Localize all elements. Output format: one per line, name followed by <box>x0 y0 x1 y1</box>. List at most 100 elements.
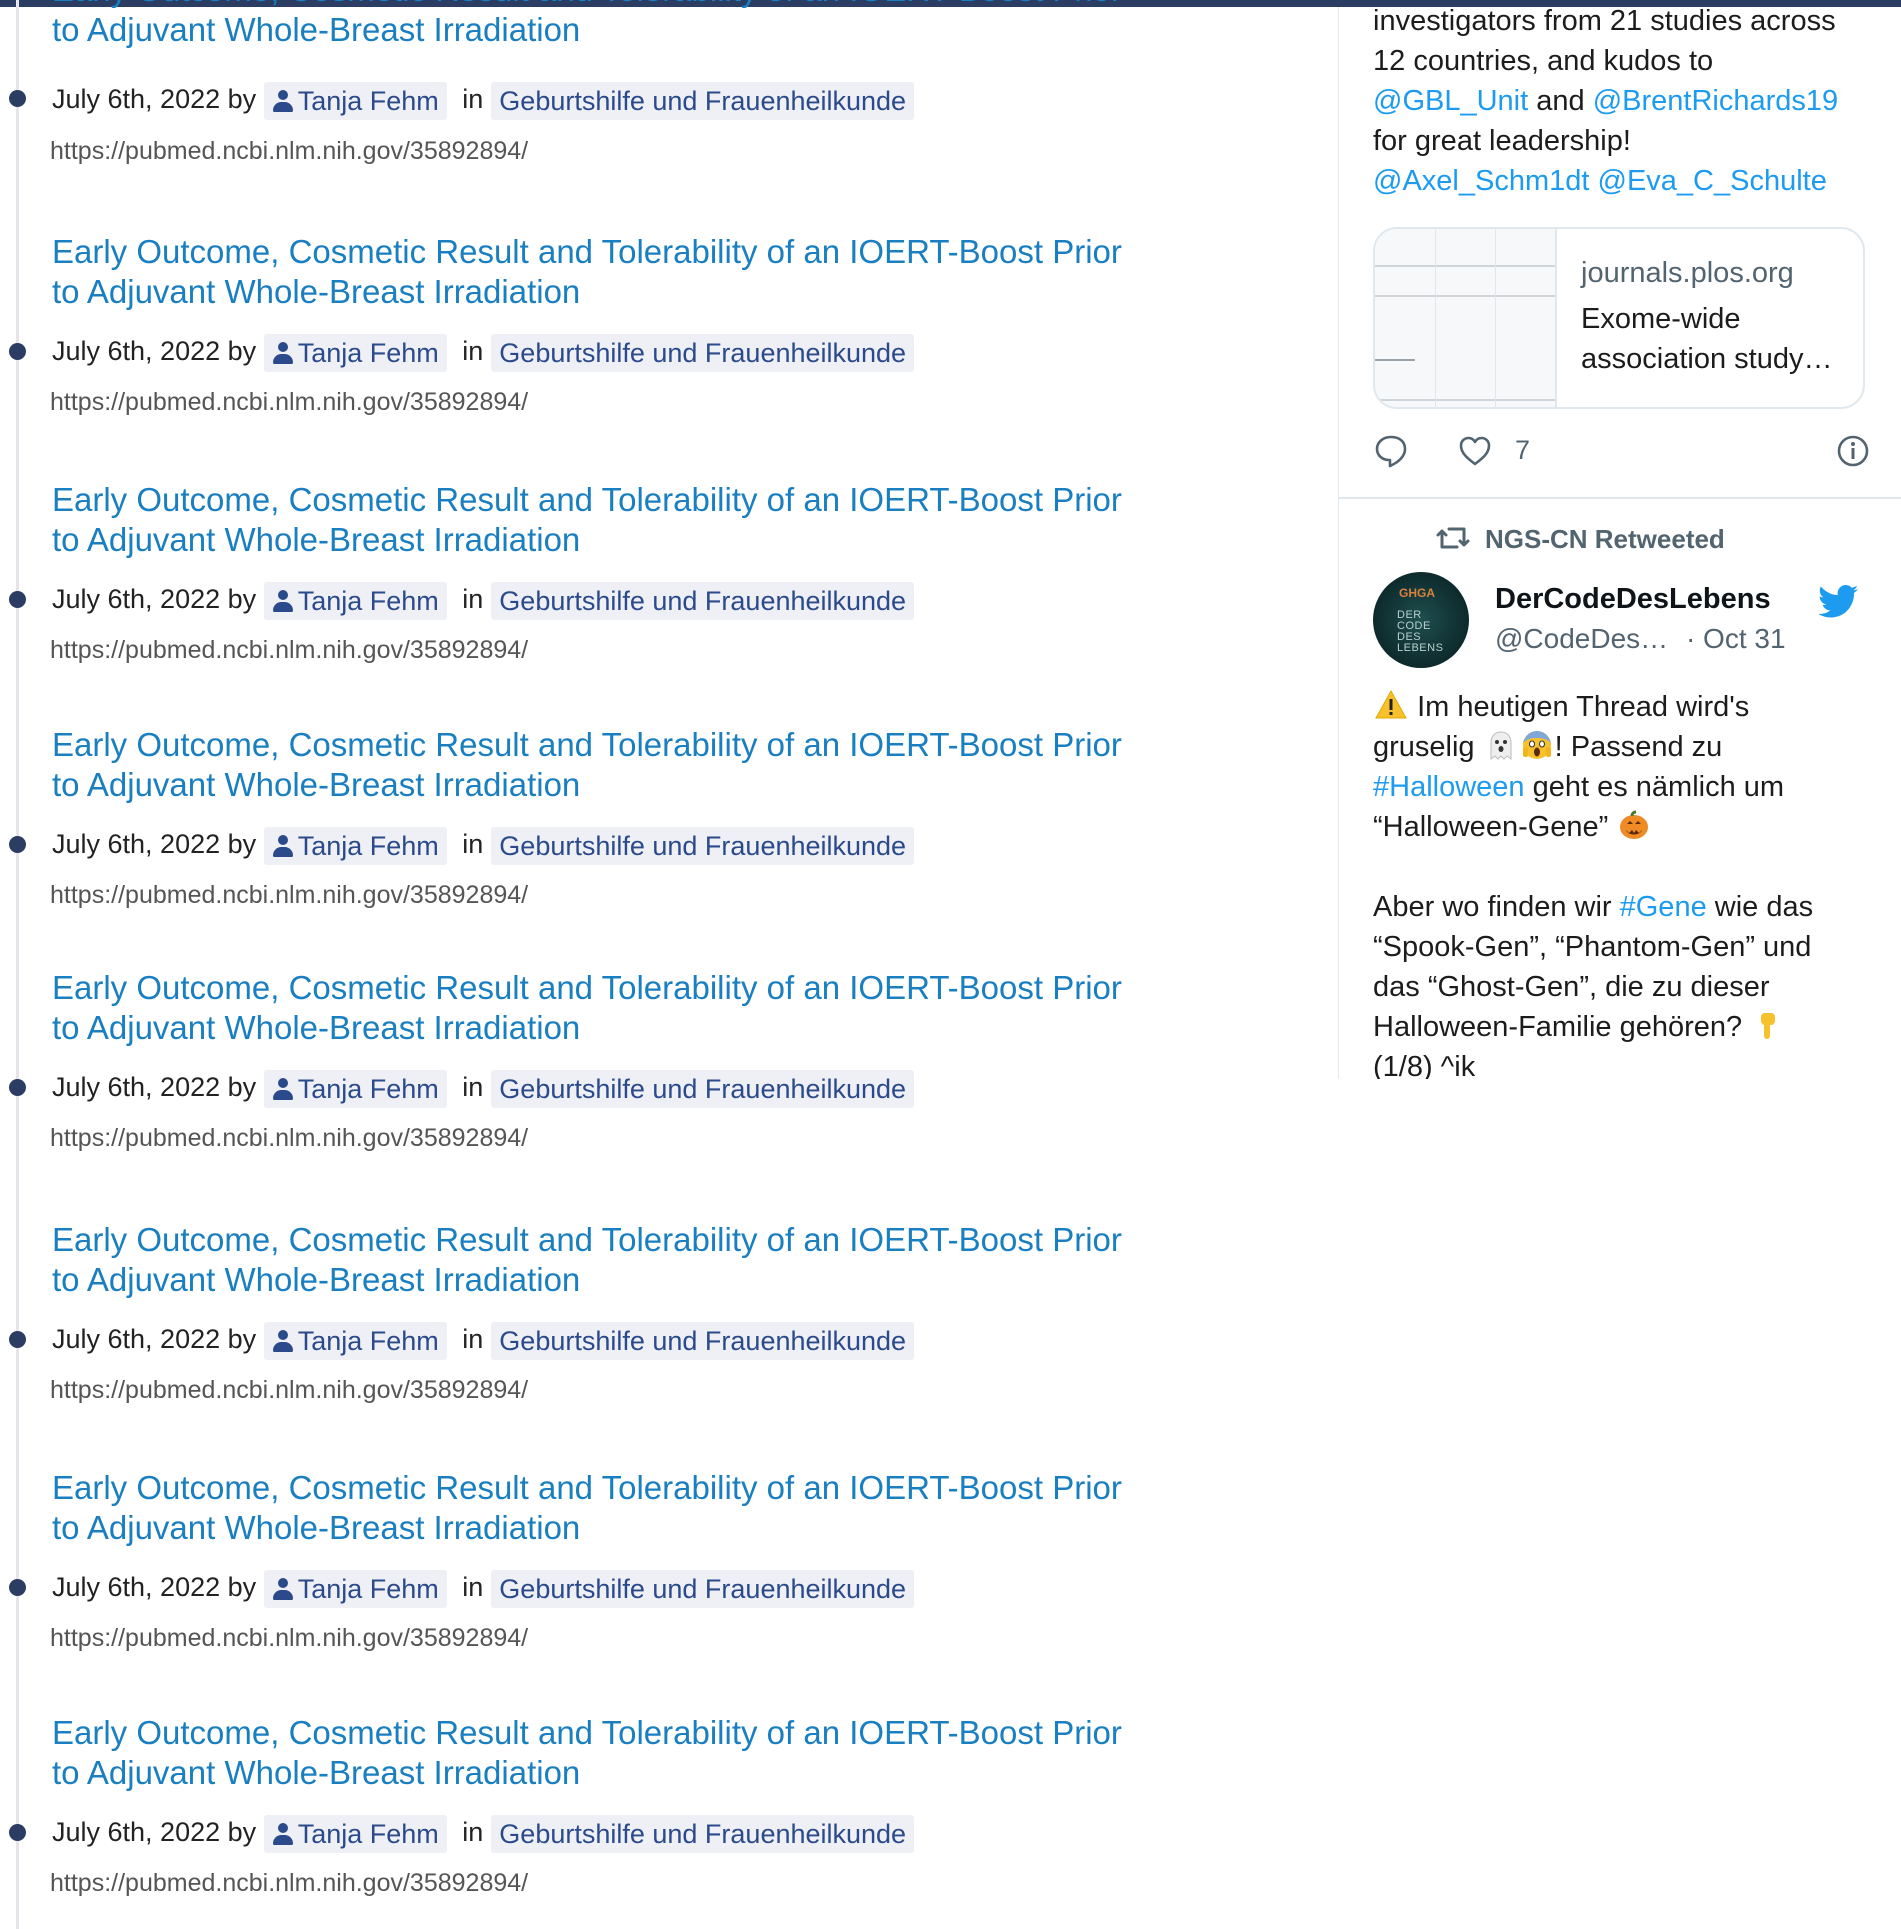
scream-icon <box>1522 731 1551 759</box>
info-icon[interactable] <box>1835 433 1871 469</box>
author-link[interactable]: Tanja Fehm <box>263 333 447 372</box>
category-link[interactable]: Geburtshilfe und Frauenheilkunde <box>491 826 915 865</box>
author-name: Tanja Fehm <box>297 1073 439 1104</box>
post-url: https://pubmed.ncbi.nlm.nih.gov/35892894… <box>50 388 529 416</box>
twitter-timeline-widget[interactable]: investigators from 21 studies across 12 … <box>1338 7 1901 1079</box>
timeline-line <box>16 0 19 1929</box>
tweet-line: Halloween-Familie gehören? <box>1373 1007 1893 1047</box>
author-name: Tanja Fehm <box>297 1325 439 1356</box>
author-name: Tanja Fehm <box>297 585 439 616</box>
in-label: in <box>462 829 484 859</box>
post-meta: July 6th, 2022 by Tanja Fehm in Geburtshi… <box>52 1812 915 1853</box>
timeline-dot <box>9 1579 26 1596</box>
category-link[interactable]: Geburtshilfe und Frauenheilkunde <box>491 1569 915 1608</box>
mention-link[interactable]: @GBL_Unit <box>1373 85 1528 117</box>
post-url: https://pubmed.ncbi.nlm.nih.gov/35892894… <box>50 137 529 165</box>
avatar[interactable]: GHGA DER CODE DES LEBENS <box>1373 572 1469 668</box>
timeline-dot <box>9 1079 26 1096</box>
category-link[interactable]: Geburtshilfe und Frauenheilkunde <box>491 1321 915 1360</box>
by-label: by <box>227 84 257 114</box>
post-meta: July 6th, 2022 by Tanja Fehm in Geburtshi… <box>52 331 915 372</box>
twitter-bird-icon[interactable] <box>1819 585 1859 619</box>
warning-icon <box>1375 689 1407 719</box>
tweet-words: Halloween-Familie gehören? <box>1373 1011 1743 1043</box>
retweet-icon <box>1436 527 1470 549</box>
author-link[interactable]: Tanja Fehm <box>263 826 447 865</box>
by-label: by <box>227 1572 257 1602</box>
author-link[interactable]: Tanja Fehm <box>263 1569 447 1608</box>
post-title-link[interactable]: Early Outcome, Cosmetic Result and Toler… <box>52 1220 1152 1300</box>
post-timeline: Early Outcome, Cosmetic Result and Toler… <box>0 0 1122 1929</box>
post-url: https://pubmed.ncbi.nlm.nih.gov/35892894… <box>50 881 529 909</box>
post-meta: July 6th, 2022 by Tanja Fehm in Geburtshi… <box>52 1567 915 1608</box>
post-title-link[interactable]: Early Outcome, Cosmetic Result and Toler… <box>52 968 1152 1048</box>
user-icon <box>272 1329 294 1353</box>
heart-icon[interactable] <box>1457 433 1493 469</box>
pointing-down-icon <box>1761 1013 1776 1039</box>
hashtag-link[interactable]: #Gene <box>1620 891 1707 923</box>
author-link[interactable]: Tanja Fehm <box>263 81 447 120</box>
author-link[interactable]: Tanja Fehm <box>263 581 447 620</box>
mention-link[interactable]: @Eva_C_Schulte <box>1598 165 1827 197</box>
post-date: July 6th, 2022 <box>52 1324 221 1354</box>
hashtag-link[interactable]: #Halloween <box>1373 771 1525 803</box>
in-label: in <box>462 1324 484 1354</box>
author-name: Tanja Fehm <box>297 1573 439 1604</box>
post-date: July 6th, 2022 <box>52 1072 221 1102</box>
author-link[interactable]: Tanja Fehm <box>263 1814 447 1853</box>
tweet-line: gruselig ! Passend zu <box>1373 727 1893 767</box>
timeline-dot <box>9 90 26 107</box>
user-icon <box>272 1577 294 1601</box>
category-link[interactable]: Geburtshilfe und Frauenheilkunde <box>491 1069 915 1108</box>
timeline-dot <box>9 1824 26 1841</box>
post-date: July 6th, 2022 <box>52 829 221 859</box>
user-icon <box>272 834 294 858</box>
post-title-link[interactable]: Early Outcome, Cosmetic Result and Toler… <box>52 0 1152 50</box>
post-meta: July 6th, 2022 by Tanja Fehm in Geburtshi… <box>52 579 915 620</box>
author-name: Tanja Fehm <box>297 830 439 861</box>
category-link[interactable]: Geburtshilfe und Frauenheilkunde <box>491 333 915 372</box>
tweet-text: investigators from 21 studies across 12 … <box>1373 7 1873 201</box>
category-link[interactable]: Geburtshilfe und Frauenheilkunde <box>491 1814 915 1853</box>
post-title-link[interactable]: Early Outcome, Cosmetic Result and Toler… <box>52 232 1152 312</box>
tweet-line: Im heutigen Thread wird's <box>1373 687 1893 727</box>
tweet-line: Aber wo finden wir #Gene wie das <box>1373 887 1893 927</box>
author-link[interactable]: Tanja Fehm <box>263 1321 447 1360</box>
tweet-words: geht es nämlich um <box>1532 771 1785 803</box>
by-label: by <box>227 1324 257 1354</box>
avatar-logo-text: GHGA <box>1399 586 1435 600</box>
tweet-line: 12 countries, and kudos to <box>1373 45 1714 77</box>
by-label: by <box>227 336 257 366</box>
tweet-line: “Halloween-Gene” <box>1373 807 1893 847</box>
post-date: July 6th, 2022 <box>52 1817 221 1847</box>
author-link[interactable]: Tanja Fehm <box>263 1069 447 1108</box>
reply-icon[interactable] <box>1373 433 1409 469</box>
post-title-link[interactable]: Early Outcome, Cosmetic Result and Toler… <box>52 725 1152 805</box>
post-url: https://pubmed.ncbi.nlm.nih.gov/35892894… <box>50 1624 529 1652</box>
like-count: 7 <box>1515 435 1531 465</box>
post-date: July 6th, 2022 <box>52 84 221 114</box>
user-icon <box>272 589 294 613</box>
tweet-author-name[interactable]: DerCodeDesLebens <box>1495 583 1771 616</box>
category-link[interactable]: Geburtshilfe und Frauenheilkunde <box>491 581 915 620</box>
by-label: by <box>227 1072 257 1102</box>
avatar-caption: DER CODE DES LEBENS <box>1397 609 1444 654</box>
post-date: July 6th, 2022 <box>52 336 221 366</box>
post-title-link[interactable]: Early Outcome, Cosmetic Result and Toler… <box>52 1713 1152 1793</box>
post-title-link[interactable]: Early Outcome, Cosmetic Result and Toler… <box>52 480 1152 560</box>
author-name: Tanja Fehm <box>297 85 439 116</box>
link-preview-card[interactable]: journals.plos.org Exome-wide association… <box>1373 227 1865 409</box>
by-label: by <box>227 584 257 614</box>
category-link[interactable]: Geburtshilfe und Frauenheilkunde <box>491 81 915 120</box>
handle-text[interactable]: @CodeDes… <box>1495 623 1668 654</box>
mention-link[interactable]: @Axel_Schm1dt <box>1373 165 1589 197</box>
tweet-date[interactable]: · Oct 31 <box>1686 623 1786 654</box>
mention-link[interactable]: @BrentRichards19 <box>1593 85 1838 117</box>
post-title-link[interactable]: Early Outcome, Cosmetic Result and Toler… <box>52 1468 1152 1548</box>
user-icon <box>272 1077 294 1101</box>
by-label: by <box>227 829 257 859</box>
tweet-author-handle: @CodeDes… · Oct 31 <box>1495 623 1786 655</box>
tweet-words: wie das <box>1714 891 1814 923</box>
in-label: in <box>462 1817 484 1847</box>
tweet-line: (1/8) ^ik <box>1373 1051 1476 1079</box>
